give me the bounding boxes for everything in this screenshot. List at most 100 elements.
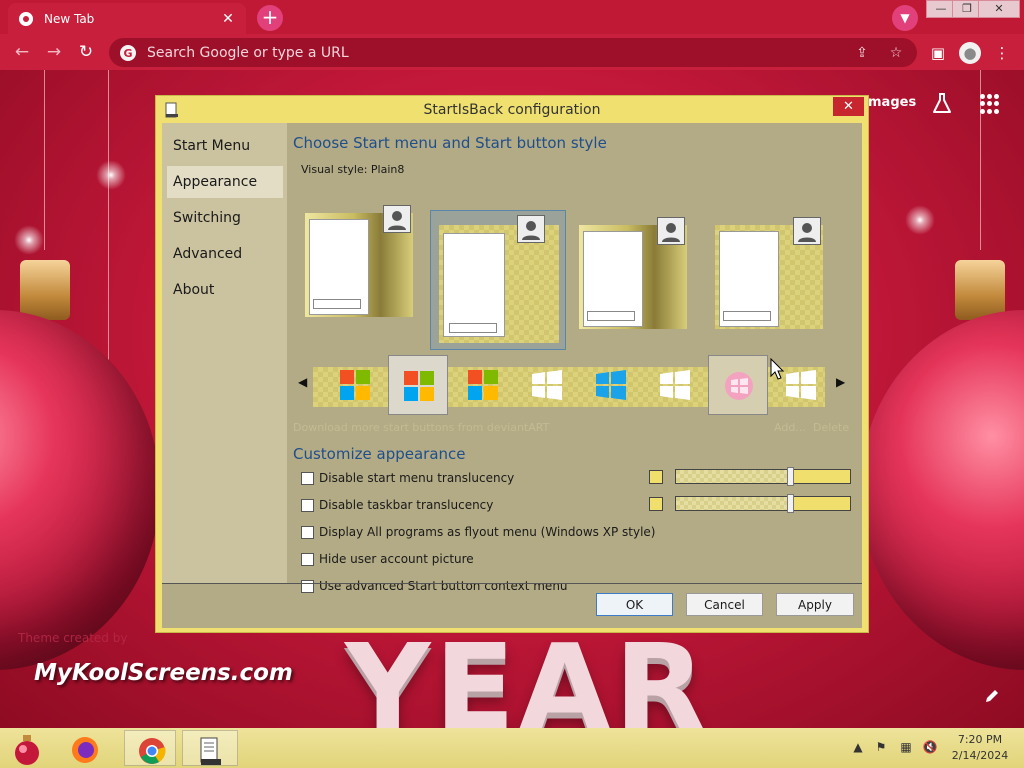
wallpaper-year-text: YEAR: [345, 618, 710, 728]
start-orb-2[interactable]: [388, 355, 448, 415]
taskbar-color-swatch[interactable]: [649, 497, 663, 511]
share-icon[interactable]: ⇪: [851, 45, 873, 61]
checkbox[interactable]: [301, 498, 314, 512]
profile-avatar-icon[interactable]: ●: [959, 42, 981, 64]
start-orb-6[interactable]: [645, 355, 705, 415]
scroll-right-arrow-icon[interactable]: ▶: [836, 375, 846, 391]
sidebar-item-appearance[interactable]: Appearance: [167, 166, 283, 198]
google-g-icon: G: [120, 44, 136, 61]
scroll-left-arrow-icon[interactable]: ◀: [298, 375, 308, 391]
ornament-string: [44, 70, 45, 250]
google-apps-icon[interactable]: [980, 94, 1000, 114]
option-disable-start-menu-translucency[interactable]: Disable start menu translucency: [301, 470, 514, 486]
style-preview-2[interactable]: [430, 210, 566, 350]
sidebar-item-advanced[interactable]: Advanced: [167, 238, 283, 270]
taskbar-startisback-icon[interactable]: [182, 730, 238, 766]
sidebar-item-switching[interactable]: Switching: [167, 202, 283, 234]
network-icon[interactable]: ▦: [898, 740, 914, 756]
dialog-separator: [162, 583, 862, 584]
ornament-left: [0, 310, 160, 670]
window-close-button[interactable]: ✕: [978, 0, 1020, 18]
checkbox[interactable]: [301, 579, 314, 593]
checkbox[interactable]: [301, 552, 314, 566]
start-orb-5[interactable]: [581, 355, 641, 415]
dialog-close-button[interactable]: ✕: [833, 97, 864, 116]
style-preview-3[interactable]: [575, 217, 691, 333]
visual-style-value: Plain8: [370, 163, 405, 176]
volume-muted-icon[interactable]: 🔇: [922, 740, 938, 756]
slider-thumb[interactable]: [787, 467, 794, 486]
start-menu-color-swatch[interactable]: [649, 470, 663, 484]
style-section-title: Choose Start menu and Start button style: [293, 134, 607, 152]
checkbox[interactable]: [301, 525, 314, 539]
option-disable-taskbar-translucency[interactable]: Disable taskbar translucency: [301, 497, 493, 513]
address-input[interactable]: [147, 44, 839, 61]
user-picture-icon: [383, 205, 411, 233]
start-orb-4[interactable]: [517, 355, 577, 415]
apply-button[interactable]: Apply: [776, 593, 854, 616]
style-preview-1[interactable]: [301, 205, 417, 321]
ornament-right: [860, 310, 1024, 670]
omnibox[interactable]: G ⇪ ☆: [109, 38, 917, 67]
start-orb-3[interactable]: [453, 355, 513, 415]
images-link[interactable]: mages: [868, 95, 916, 110]
labs-flask-icon[interactable]: [930, 92, 954, 116]
option-all-programs-flyout[interactable]: Display All programs as flyout menu (Win…: [301, 524, 655, 540]
dialog-body: Start Menu Appearance Switching Advanced…: [162, 123, 862, 628]
more-menu-icon[interactable]: ⋮: [991, 42, 1013, 64]
taskbar-firefox-icon[interactable]: [58, 730, 110, 766]
startisback-config-dialog: StartIsBack configuration ✕ Start Menu A…: [155, 95, 869, 633]
tab-strip: New Tab ✕ + ▼ — ❐ ✕: [0, 0, 1024, 34]
option-hide-user-picture[interactable]: Hide user account picture: [301, 551, 474, 567]
add-button-link[interactable]: Add...: [774, 421, 806, 434]
tab-search-chevron-icon[interactable]: ▼: [892, 5, 918, 31]
sidebar-item-start-menu[interactable]: Start Menu: [167, 130, 283, 162]
cancel-button[interactable]: Cancel: [686, 593, 763, 616]
action-center-flag-icon[interactable]: ⚑: [873, 740, 889, 756]
taskbar-clock[interactable]: 7:20 PM 2/14/2024: [944, 732, 1016, 764]
start-orb-1[interactable]: [325, 355, 385, 415]
sidebar-item-about[interactable]: About: [167, 274, 283, 306]
tab-new-tab[interactable]: New Tab ✕: [8, 3, 246, 34]
taskbar-chrome-icon[interactable]: [124, 730, 176, 766]
option-label: Use advanced Start button context menu: [319, 579, 568, 593]
option-label: Disable taskbar translucency: [319, 498, 494, 512]
reload-icon[interactable]: ↻: [74, 40, 98, 64]
forward-arrow-icon[interactable]: →: [42, 40, 66, 64]
taskbar-opacity-slider[interactable]: [675, 494, 851, 513]
start-orb-7[interactable]: [708, 355, 768, 415]
bookmark-star-icon[interactable]: ☆: [885, 45, 907, 61]
start-menu-opacity-slider[interactable]: [675, 467, 851, 486]
download-more-link[interactable]: Download more start buttons from deviant…: [293, 421, 549, 434]
style-preview-4[interactable]: [711, 217, 827, 333]
settings-sidebar: Start Menu Appearance Switching Advanced…: [162, 123, 287, 583]
delete-button-link[interactable]: Delete: [813, 421, 849, 434]
theme-credit[interactable]: Theme created by: [18, 631, 127, 645]
new-tab-button[interactable]: +: [257, 5, 283, 31]
ornament-string: [108, 70, 109, 370]
svg-text:G: G: [123, 47, 132, 60]
dialog-titlebar[interactable]: StartIsBack configuration ✕: [156, 96, 868, 123]
customize-pencil-icon[interactable]: [983, 687, 1001, 705]
slider-thumb[interactable]: [787, 494, 794, 513]
tab-close-icon[interactable]: ✕: [220, 11, 236, 27]
user-picture-icon: [517, 215, 545, 243]
appearance-panel: Choose Start menu and Start button style…: [293, 123, 862, 593]
tray-overflow-chevron-icon[interactable]: ▲: [850, 740, 866, 756]
brand-watermark: MyKoolScreens.com: [34, 660, 293, 686]
visual-style-label: Visual style:: [301, 163, 368, 176]
option-label: Display All programs as flyout menu (Win…: [319, 525, 656, 539]
option-label: Disable start menu translucency: [319, 471, 515, 485]
sparkle: [96, 160, 126, 190]
mouse-cursor-icon: [770, 358, 784, 380]
ok-button[interactable]: OK: [596, 593, 673, 616]
clock-time: 7:20 PM: [957, 733, 1003, 746]
option-advanced-context-menu[interactable]: Use advanced Start button context menu: [301, 578, 568, 594]
checkbox[interactable]: [301, 471, 314, 485]
side-panel-icon[interactable]: ▣: [927, 42, 949, 64]
back-arrow-icon[interactable]: ←: [10, 40, 34, 64]
sparkle: [14, 225, 44, 255]
start-button[interactable]: [0, 730, 52, 766]
browser-toolbar: ← → ↻ G ⇪ ☆ ▣ ● ⋮: [0, 34, 1024, 70]
visual-style-line: Visual style: Plain8: [301, 163, 404, 176]
